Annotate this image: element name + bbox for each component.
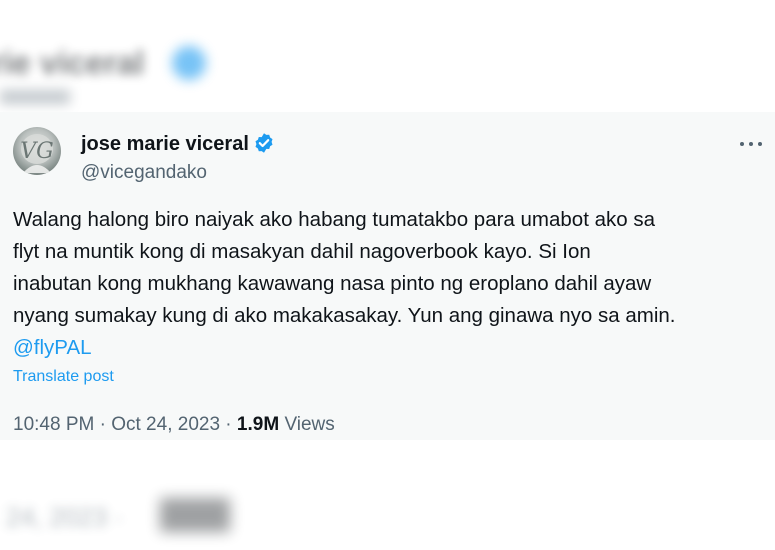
author-handle[interactable]: @vicegandako	[81, 162, 207, 184]
avatar-image: VG	[20, 134, 54, 173]
svg-text:VG: VG	[20, 139, 53, 164]
mention-link[interactable]: @flyPAL	[13, 336, 92, 359]
blurred-name-text: arie viceral	[0, 44, 145, 81]
tweet-text-line: flyt na muntik kong di masakyan dahil na…	[13, 240, 591, 263]
blurred-date-text: 24, 2023 ·	[6, 502, 124, 532]
tweet-metadata: 10:48 PM · Oct 24, 2023 · 1.9M Views	[13, 414, 335, 436]
tweet-body: Walang halong biro naiyak ako habang tum…	[13, 204, 763, 364]
more-options-button[interactable]	[738, 133, 764, 153]
separator-dot: ·	[99, 414, 106, 435]
blurred-verified-badge	[172, 46, 206, 80]
verified-badge-icon	[255, 133, 273, 153]
more-horizontal-icon	[740, 142, 744, 146]
blurred-previous-tweet: arie viceral	[0, 0, 775, 110]
tweet-text-line: inabutan kong mukhang kawawang nasa pint…	[13, 272, 652, 295]
author-display-name[interactable]: jose marie viceral	[81, 133, 249, 156]
tweet-text-line: Walang halong biro naiyak ako habang tum…	[13, 208, 655, 231]
blurred-next-tweet: 24, 2023 ·	[0, 440, 775, 550]
tweet-time[interactable]: 10:48 PM	[13, 414, 94, 435]
blurred-handle-text	[0, 90, 70, 104]
views-label: Views	[284, 414, 335, 435]
tweet-card: VG jose marie viceral @vicegandako Walan…	[0, 112, 775, 440]
blurred-views-count	[160, 498, 230, 532]
avatar[interactable]: VG	[13, 127, 61, 175]
tweet-date[interactable]: Oct 24, 2023	[111, 414, 220, 435]
translate-post-link[interactable]: Translate post	[13, 368, 114, 386]
tweet-text-line: nyang sumakay kung di ako makakasakay. Y…	[13, 304, 676, 327]
views-count: 1.9M	[236, 414, 280, 435]
separator-dot: ·	[225, 414, 232, 435]
